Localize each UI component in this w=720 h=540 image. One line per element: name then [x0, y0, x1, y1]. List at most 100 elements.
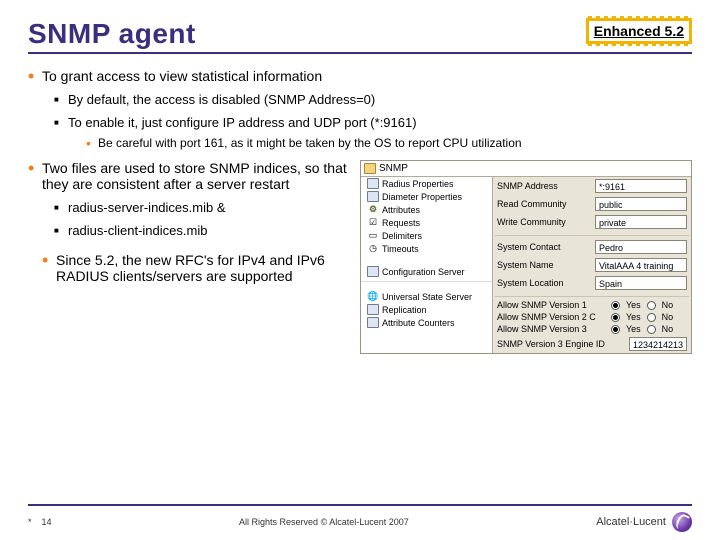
radio-label-yes: Yes [626, 312, 641, 322]
label-engine-id: SNMP Version 3 Engine ID [497, 339, 625, 349]
counters-icon [367, 317, 379, 328]
input-engine-id[interactable]: 1234214213 [629, 337, 687, 351]
row-write-community: Write Community private [493, 213, 691, 231]
tree-attributes[interactable]: ⚙Attributes [361, 203, 492, 216]
tree-label: Diameter Properties [382, 192, 462, 202]
tree-panel: Radius Properties Diameter Properties ⚙A… [361, 177, 493, 353]
radio-v3-yes[interactable] [611, 325, 620, 334]
row-system-location: System Location Spain [493, 274, 691, 292]
input-system-name[interactable]: VitalAAA 4 training [595, 258, 687, 272]
label-system-location: System Location [497, 278, 591, 288]
label-allow-v2c: Allow SNMP Version 2 C [497, 312, 607, 322]
title-row: SNMP agent Enhanced 5.2 [28, 18, 692, 50]
row-read-community: Read Community public [493, 195, 691, 213]
radio-label-no: No [662, 324, 674, 334]
shot-header: SNMP [361, 161, 691, 177]
radio-v1-yes[interactable] [611, 301, 620, 310]
gear-icon: ⚙ [367, 204, 379, 215]
brand: Alcatel·Lucent [596, 512, 692, 532]
input-system-location[interactable]: Spain [595, 276, 687, 290]
page-title: SNMP agent [28, 18, 196, 50]
form-panel: SNMP Address *:9161 Read Community publi… [493, 177, 691, 353]
separator [495, 235, 689, 236]
radio-v2c-no[interactable] [647, 313, 656, 322]
input-system-contact[interactable]: Pedro [595, 240, 687, 254]
footer: * 14 All Rights Reserved © Alcatel-Lucen… [0, 504, 720, 532]
bullet-rfc: Since 5.2, the new RFC's for IPv4 and IP… [42, 252, 350, 284]
tree-timeouts[interactable]: ◷Timeouts [361, 242, 492, 255]
radio-label-no: No [662, 300, 674, 310]
globe-icon: 🌐 [367, 291, 379, 302]
check-icon: ☑ [367, 217, 379, 228]
row-allow-v3: Allow SNMP Version 3 Yes No [493, 323, 691, 335]
tree-label: Configuration Server [382, 267, 465, 277]
input-write-community[interactable]: private [595, 215, 687, 229]
content: To grant access to view statistical info… [28, 68, 692, 354]
doc-icon: ▭ [367, 230, 379, 241]
footnote-star: * [28, 517, 32, 527]
tree-delimiters[interactable]: ▭Delimiters [361, 229, 492, 242]
row-engine-id: SNMP Version 3 Engine ID 1234214213 [493, 335, 691, 353]
page-number: 14 [42, 517, 52, 527]
tree-configserver[interactable]: Configuration Server [361, 265, 492, 278]
row-snmp-address: SNMP Address *:9161 [493, 177, 691, 195]
label-snmp-address: SNMP Address [497, 181, 591, 191]
bullet-access: To grant access to view statistical info… [28, 68, 692, 150]
bullet-files: Two files are used to store SNMP indices… [28, 160, 692, 354]
label-allow-v1: Allow SNMP Version 1 [497, 300, 607, 310]
bullet-file-server: radius-server-indices.mib & [42, 200, 350, 215]
radio-label-no: No [662, 312, 674, 322]
separator [495, 296, 689, 297]
tree-label: Replication [382, 305, 427, 315]
document-icon [367, 178, 379, 189]
radio-label-yes: Yes [626, 324, 641, 334]
replication-icon [367, 304, 379, 315]
config-screenshot: SNMP Radius Properties Diameter Properti… [360, 160, 692, 354]
radio-v1-no[interactable] [647, 301, 656, 310]
tree-diameter[interactable]: Diameter Properties [361, 190, 492, 203]
bullet-text: To enable it, just configure IP address … [68, 115, 417, 130]
slide: SNMP agent Enhanced 5.2 To grant access … [0, 0, 720, 540]
row-allow-v2c: Allow SNMP Version 2 C Yes No [493, 311, 691, 323]
bullet-enable: To enable it, just configure IP address … [42, 115, 692, 150]
bullet-text: Two files are used to store SNMP indices… [42, 160, 347, 192]
clock-icon: ◷ [367, 243, 379, 254]
tree-radius[interactable]: Radius Properties [361, 177, 492, 190]
tree-counters[interactable]: Attribute Counters [361, 316, 492, 329]
tree-label: Timeouts [382, 244, 419, 254]
bullet-file-client: radius-client-indices.mib [42, 223, 350, 238]
bullet-disabled: By default, the access is disabled (SNMP… [42, 92, 692, 107]
tree-replication[interactable]: Replication [361, 303, 492, 316]
row-system-name: System Name VitalAAA 4 training [493, 256, 691, 274]
bullet-text: To grant access to view statistical info… [42, 68, 322, 84]
document-icon [367, 191, 379, 202]
input-read-community[interactable]: public [595, 197, 687, 211]
brand-logo-icon [672, 512, 692, 532]
radio-v3-no[interactable] [647, 325, 656, 334]
tree-label: Attributes [382, 205, 420, 215]
tree-label: Requests [382, 218, 420, 228]
row-system-contact: System Contact Pedro [493, 238, 691, 256]
input-snmp-address[interactable]: *:9161 [595, 179, 687, 193]
label-system-contact: System Contact [497, 242, 591, 252]
tree-label: Attribute Counters [382, 318, 455, 328]
title-divider [28, 52, 692, 54]
brand-name: Alcatel·Lucent [596, 516, 666, 528]
footer-divider [28, 504, 692, 506]
tree-uss[interactable]: 🌐Universal State Server [361, 290, 492, 303]
folder-icon [364, 163, 376, 174]
label-allow-v3: Allow SNMP Version 3 [497, 324, 607, 334]
tree-label: Universal State Server [382, 292, 472, 302]
server-icon [367, 266, 379, 277]
tree-label: Radius Properties [382, 179, 454, 189]
radio-v2c-yes[interactable] [611, 313, 620, 322]
label-read-community: Read Community [497, 199, 591, 209]
label-write-community: Write Community [497, 217, 591, 227]
row-allow-v1: Allow SNMP Version 1 Yes No [493, 299, 691, 311]
tree-label: Delimiters [382, 231, 422, 241]
tree-requests[interactable]: ☑Requests [361, 216, 492, 229]
copyright: All Rights Reserved © Alcatel-Lucent 200… [239, 517, 409, 527]
label-system-name: System Name [497, 260, 591, 270]
radio-label-yes: Yes [626, 300, 641, 310]
enhanced-badge: Enhanced 5.2 [586, 18, 692, 44]
